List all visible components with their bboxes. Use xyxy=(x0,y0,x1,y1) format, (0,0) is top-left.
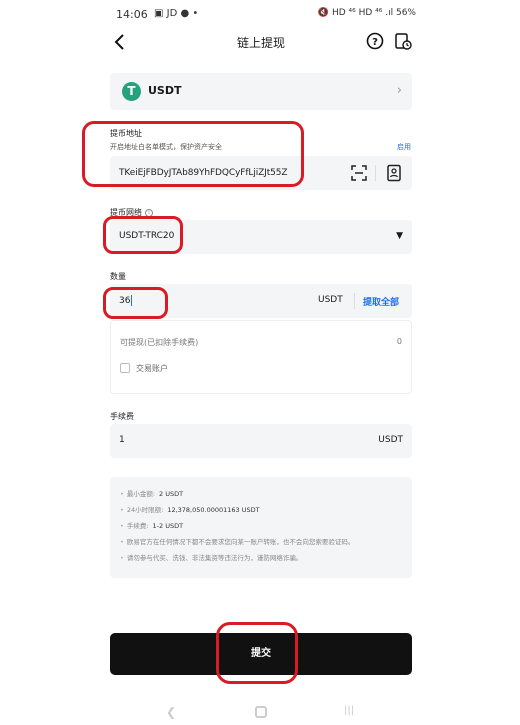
bullet: • xyxy=(120,538,124,546)
system-nav-bar: ❮ ||| xyxy=(100,700,422,725)
trade-account-label[interactable]: 交易账户 xyxy=(136,363,168,374)
bullet: • xyxy=(120,522,124,530)
amount-unit: USDT xyxy=(318,295,343,305)
usdt-logo-icon: T xyxy=(122,82,141,101)
fee-field: 1 USDT xyxy=(110,424,412,458)
fee-unit: USDT xyxy=(378,435,403,445)
notes-box: • 最小金额: 2 USDT • 24小时限额: 12,378,050.00001163… xyxy=(110,477,412,578)
annotation-circle-submit xyxy=(216,622,298,684)
note-label: 24小时限额: xyxy=(126,506,164,514)
nav-home-icon[interactable] xyxy=(255,706,267,718)
scan-icon[interactable] xyxy=(350,164,368,182)
coin-name: USDT xyxy=(148,84,182,97)
note-value: 2 USDT xyxy=(159,490,184,498)
svg-text:?: ? xyxy=(372,37,378,48)
available-box: 可提现(已扣除手续费) 0 交易账户 xyxy=(110,320,412,394)
dropdown-arrow-icon: ▼ xyxy=(396,231,403,241)
annotation-circle-address xyxy=(82,121,304,187)
chevron-right-icon: › xyxy=(396,83,402,98)
annotation-circle-amount xyxy=(103,287,168,319)
history-icon[interactable] xyxy=(394,32,412,50)
note-security-warning: • 欧易官方在任何情况下都不会要求您向某一账户转账，也不会向您索要验证码。 xyxy=(120,534,402,550)
status-time: 14:06 xyxy=(116,8,148,21)
bullet: • xyxy=(120,506,124,514)
status-system-icons: 🔇 HD ⁴⁶ HD ⁴⁶ .ıl 56% xyxy=(317,8,416,18)
amount-label: 数量 xyxy=(110,272,126,281)
amount-divider xyxy=(354,293,355,309)
note-label: 欧易官方在任何情况下都不会要求您向某一账户转账，也不会向您索要验证码。 xyxy=(126,538,355,546)
trade-account-checkbox[interactable] xyxy=(120,363,130,373)
note-value: 12,378,050.00001163 USDT xyxy=(167,506,260,514)
status-bar: 14:06 ▣ JD ● • 🔇 HD ⁴⁶ HD ⁴⁶ .ıl 56% xyxy=(116,8,416,24)
note-label: 请勿参与代买、洗钱、非法集资等违法行为，谨防网络诈骗。 xyxy=(126,554,303,562)
bullet: • xyxy=(120,490,124,498)
note-fraud-warning: • 请勿参与代买、洗钱、非法集资等违法行为，谨防网络诈骗。 xyxy=(120,550,402,566)
note-fee: • 手续费: 1-2 USDT xyxy=(120,518,402,534)
address-book-icon[interactable] xyxy=(386,164,402,182)
note-daily-limit: • 24小时限额: 12,378,050.00001163 USDT xyxy=(120,502,402,518)
available-value: 0 xyxy=(396,337,402,346)
note-value: 1-2 USDT xyxy=(152,522,184,530)
nav-recent-icon[interactable]: ||| xyxy=(344,705,354,716)
note-label: 手续费: xyxy=(126,522,149,530)
withdraw-all-button[interactable]: 提取全部 xyxy=(363,295,399,308)
coin-selector[interactable]: T USDT › xyxy=(110,73,412,110)
fee-label: 手续费 xyxy=(110,412,134,421)
header: 链上提现 ? xyxy=(100,28,422,58)
status-app-icons: ▣ JD ● • xyxy=(154,8,199,19)
note-label: 最小金额: xyxy=(126,490,156,498)
available-label: 可提现(已扣除手续费) xyxy=(120,338,199,347)
bullet: • xyxy=(120,554,124,562)
annotation-circle-network xyxy=(103,216,183,254)
nav-back-icon[interactable]: ❮ xyxy=(166,705,176,719)
note-min-amount: • 最小金额: 2 USDT xyxy=(120,486,402,502)
field-divider xyxy=(375,165,376,181)
fee-value: 1 xyxy=(119,435,125,445)
help-icon[interactable]: ? xyxy=(366,32,384,50)
enable-whitelist-link[interactable]: 启用 xyxy=(397,142,411,152)
